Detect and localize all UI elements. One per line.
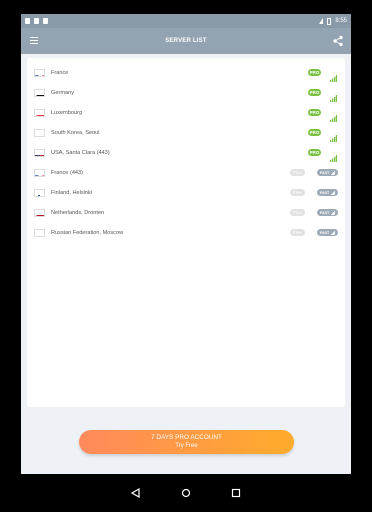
server-name: Luxembourg [51, 110, 83, 116]
netherlands-flag-icon [34, 209, 45, 217]
page-title: SERVER LIST [165, 38, 207, 44]
hamburger-menu-icon[interactable] [30, 37, 38, 44]
fast-badge: FAST [317, 169, 338, 176]
sd-card-icon [34, 18, 39, 24]
pro-badge: PRO [308, 129, 321, 136]
free-badge: Free [290, 189, 305, 196]
signal-icon [330, 109, 337, 122]
home-icon[interactable] [180, 487, 192, 499]
luxembourg-flag-icon [34, 109, 45, 117]
russia-flag-icon [34, 229, 45, 237]
usa-flag-icon [34, 149, 45, 157]
finland-flag-icon [34, 189, 45, 197]
server-name: USA, Santa Clara (443) [51, 150, 110, 156]
system-nav-bar [0, 474, 372, 512]
pro-account-button[interactable]: 7 DAYS PRO ACCOUNT Try Free [79, 430, 294, 454]
server-row[interactable]: Netherlands, Dronten Free FAST [27, 203, 345, 223]
fast-badge: FAST [317, 189, 338, 196]
server-row[interactable]: South Korea, Seoul PRO [27, 123, 345, 143]
try-free-label: Try Free [175, 443, 198, 449]
server-list: France PRO Germany PRO Luxembourg PRO South Ko… [27, 58, 345, 407]
server-row[interactable]: Luxembourg PRO [27, 103, 345, 123]
signal-icon [331, 230, 335, 235]
south-korea-flag-icon [34, 129, 45, 137]
fast-badge: FAST [317, 229, 338, 236]
fast-badge: FAST [317, 209, 338, 216]
signal-icon [330, 129, 337, 142]
notification-icon [25, 18, 30, 24]
server-name: Finland, Helsinki [51, 190, 93, 196]
fast-label: FAST [320, 170, 330, 175]
france-flag-icon [34, 69, 45, 77]
fast-label: FAST [320, 190, 330, 195]
signal-icon [330, 149, 337, 162]
fast-label: FAST [320, 210, 330, 215]
server-name: Netherlands, Dronten [51, 210, 105, 216]
server-name: France [51, 70, 69, 76]
free-badge: Free [290, 209, 305, 216]
server-name: France (443) [51, 170, 84, 176]
pro-badge: PRO [308, 149, 321, 156]
pro-badge: PRO [308, 69, 321, 76]
pro-badge: PRO [308, 109, 321, 116]
server-row[interactable]: Finland, Helsinki Free FAST [27, 183, 345, 203]
server-row[interactable]: France PRO [27, 63, 345, 83]
app-screen: 8:55 SERVER LIST France PRO Germany PRO Luxe… [21, 14, 351, 474]
recents-icon[interactable] [230, 487, 242, 499]
germany-flag-icon [34, 89, 45, 97]
server-name: Russian Federation, Moscow [51, 230, 124, 236]
battery-icon [327, 17, 332, 25]
share-icon[interactable] [332, 35, 344, 47]
fast-label: FAST [320, 230, 330, 235]
pro-badge: PRO [308, 89, 321, 96]
wifi-icon [319, 18, 324, 24]
server-name: Germany [51, 90, 75, 96]
server-row[interactable]: France (443) Free FAST [27, 163, 345, 183]
notification-icon [43, 18, 48, 24]
server-name: South Korea, Seoul [51, 130, 100, 136]
free-badge: Free [290, 229, 305, 236]
pro-account-label: 7 DAYS PRO ACCOUNT [151, 434, 222, 441]
server-row[interactable]: Russian Federation, Moscow Free FAST [27, 223, 345, 243]
server-row[interactable]: USA, Santa Clara (443) PRO [27, 143, 345, 163]
status-bar: 8:55 [21, 14, 351, 28]
signal-icon [331, 210, 335, 215]
app-toolbar: SERVER LIST [21, 28, 351, 54]
signal-icon [331, 190, 335, 195]
server-row[interactable]: Germany PRO [27, 83, 345, 103]
status-time: 8:55 [335, 18, 347, 24]
france-flag-icon [34, 169, 45, 177]
signal-icon [330, 69, 337, 82]
signal-icon [330, 89, 337, 102]
back-icon[interactable] [130, 487, 142, 499]
signal-icon [331, 170, 335, 175]
free-badge: Free [290, 169, 305, 176]
